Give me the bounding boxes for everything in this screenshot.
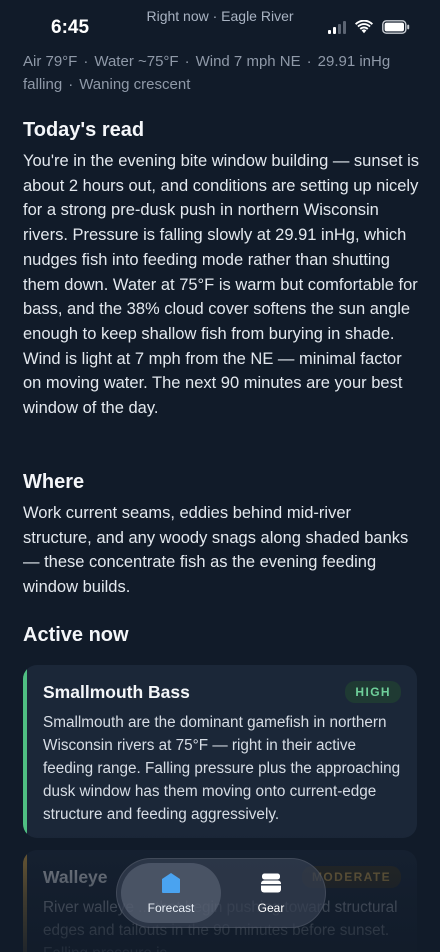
status-icons: [328, 20, 410, 34]
where-title: Where: [23, 471, 85, 493]
conditions-summary: Air 79°F · Water ~75°F · Wind 7 mph NE · 29.91…: [23, 53, 391, 93]
moon-phase: Waning crescent: [79, 76, 191, 93]
tab-forecast[interactable]: Forecast: [121, 863, 221, 923]
air-temp: Air 79°F: [23, 53, 78, 70]
todays-read-title: Today's read: [23, 119, 145, 141]
tab-gear[interactable]: Gear: [221, 863, 321, 923]
tab-bar: Forecast Gear: [116, 858, 326, 928]
where-body: Work current seams, eddies behind mid-ri…: [23, 504, 409, 597]
pressure: 29.91 inHg: [317, 53, 391, 70]
tab-forecast-label: Forecast: [147, 901, 195, 915]
gear-box-icon: [261, 873, 281, 893]
species-name: Walleye: [43, 867, 108, 887]
cellular-signal-icon: [328, 20, 346, 34]
card-accent: [23, 665, 27, 838]
pressure-trend: falling: [23, 76, 63, 93]
todays-read-body: You're in the evening bite window buildi…: [23, 152, 420, 418]
active-now-title: Active now: [23, 624, 129, 646]
wind: Wind 7 mph NE: [195, 53, 301, 70]
activity-badge: HIGH: [345, 681, 401, 703]
forecast-screen: 6:45 Right now · Eagle River Air 79°F · …: [0, 0, 440, 952]
species-card-smallmouth-bass[interactable]: Smallmouth Bass HIGH Smallmouth are the …: [23, 665, 417, 838]
status-bar: 6:45 Right now · Eagle River: [0, 0, 440, 46]
battery-icon: [382, 20, 410, 34]
forecast-pin-icon: [162, 873, 180, 893]
wifi-icon: [355, 20, 373, 34]
species-description: Smallmouth are the dominant gamefish in …: [43, 714, 401, 823]
species-name: Smallmouth Bass: [43, 682, 190, 702]
tab-gear-label: Gear: [257, 901, 285, 915]
water-temp: Water ~75°F: [94, 53, 179, 70]
card-accent: [23, 850, 27, 952]
